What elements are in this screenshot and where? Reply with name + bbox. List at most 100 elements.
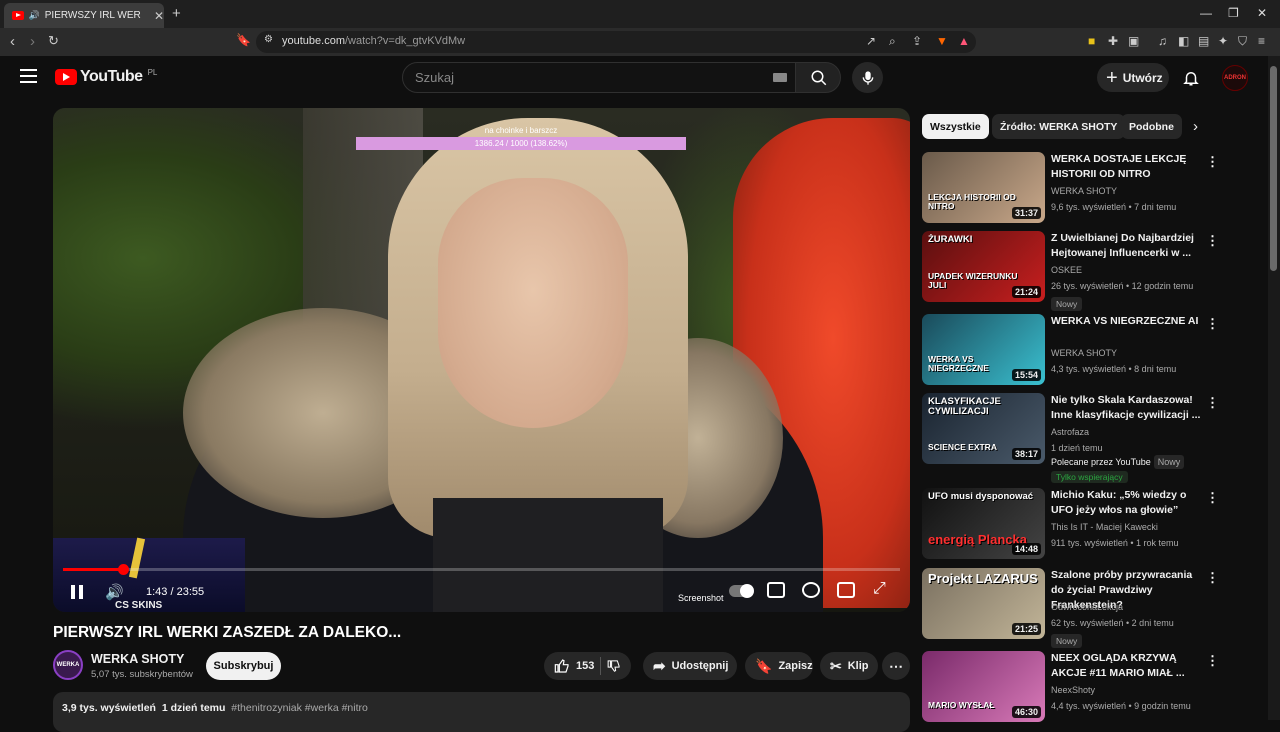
save-label: Zapisz [778,660,813,672]
more-options-icon[interactable]: ⋮ [1206,653,1219,669]
ai-icon[interactable]: ✦ [1218,34,1228,48]
tab-icon[interactable]: ▣ [1128,34,1139,48]
more-actions-icon[interactable]: ⋯ [882,652,910,680]
audio-playing-icon[interactable]: 🔊 [29,10,40,21]
recommendation-thumbnail[interactable]: Projekt LAZARUS 21:25 [922,568,1045,639]
more-options-icon[interactable]: ⋮ [1206,154,1219,170]
recommendation-title[interactable]: Z Uwielbianej Do Najbardziej Hejtowanej … [1051,231,1201,261]
chip-related[interactable]: Podobne [1121,114,1182,139]
more-options-icon[interactable]: ⋮ [1206,490,1219,506]
thumbs-down-icon[interactable] [607,658,621,674]
bookmark-icon[interactable]: 🔖 [236,33,251,47]
url-text[interactable]: youtube.com/watch?v=dk_gtvKVdMw [282,35,465,47]
recommendation-channel[interactable]: WERKA SHOTY [1051,186,1117,196]
back-icon[interactable]: ‹ [10,33,15,50]
extension-icon[interactable]: ■ [1088,34,1095,48]
recommendation-channel[interactable]: WERKA SHOTY [1051,348,1117,358]
subtitles-icon[interactable] [767,582,785,598]
clip-button[interactable]: ✂ Klip [820,652,878,680]
recommendation-thumbnail[interactable]: WERKA VS NIEGRZECZNE 15:54 [922,314,1045,385]
scrollbar-thumb[interactable] [1270,66,1277,271]
wallet-icon[interactable]: ▤ [1198,34,1209,48]
pause-icon[interactable] [71,585,83,599]
minimize-button[interactable]: — [1200,6,1212,20]
recommendation-title[interactable]: WERKA VS NIEGRZECZNE AI [1051,314,1201,329]
reload-icon[interactable]: ↻ [48,33,59,49]
recommendation-title[interactable]: Michio Kaku: „5% wiedzy o UFO jeży włos … [1051,488,1201,518]
theater-mode-icon[interactable] [837,582,855,598]
chevron-right-icon[interactable]: › [1193,118,1198,135]
settings-gear-icon[interactable] [802,582,820,598]
vpn-icon[interactable]: ⛉ [1238,34,1247,49]
recommendation-channel[interactable]: Astrofaza [1051,427,1089,437]
tab-close-icon[interactable]: ✕ [154,9,164,23]
hashtags[interactable]: #thenitrozyniak #werka #nitro [231,702,368,714]
save-button[interactable]: 🔖 Zapisz [745,652,813,680]
recommendation-thumbnail[interactable]: LEKCJA HISTORII OD NITRO 31:37 [922,152,1045,223]
recommendation-title[interactable]: Nie tylko Skala Kardaszowa! Inne klasyfi… [1051,393,1201,423]
address-bar[interactable]: ⚙ youtube.com/watch?v=dk_gtvKVdMw ↗ ⌕ ⇪ … [256,31,976,53]
recommendation-channel[interactable]: This Is IT - Maciej Kawecki [1051,522,1158,532]
forward-icon[interactable]: › [30,33,35,50]
close-window-button[interactable]: ✕ [1257,6,1267,20]
share-button[interactable]: ➦ Udostępnij [643,652,737,680]
open-external-icon[interactable]: ↗ [866,34,876,48]
recommendation-thumbnail[interactable]: UFO musi dysponować energią Plancka 14:48 [922,488,1045,559]
keyboard-icon[interactable] [773,73,787,82]
sidebar-icon[interactable]: ◧ [1178,34,1189,48]
music-icon[interactable]: ♫ [1158,34,1167,48]
notifications-bell-icon[interactable] [1182,68,1200,88]
account-avatar[interactable]: ADRON [1222,65,1248,91]
zoom-icon[interactable]: ⌕ [889,34,896,49]
video-duration: 46:30 [1011,706,1041,718]
progress-bar[interactable] [63,564,900,575]
recommendation-title[interactable]: NEEX OGLĄDA KRZYWĄ AKCJE #11 MARIO MIAŁ … [1051,651,1201,681]
search-input[interactable] [415,70,755,85]
recommendation-channel[interactable]: OSKEE [1051,265,1082,275]
recommendation-channel[interactable]: OdwróconaLekcja [1051,602,1123,612]
maximize-button[interactable]: ❐ [1228,6,1239,20]
recommendation-thumbnail[interactable]: MARIO WYSŁAŁ 46:30 [922,651,1045,722]
thumbnail-overlay-top: Projekt LAZARUS [928,571,1038,586]
share-icon[interactable]: ⇪ [912,34,922,48]
menu-icon[interactable]: ≡ [1258,34,1265,48]
bookmark-save-icon: 🔖 [755,657,773,674]
new-badge: Nowy [1051,634,1083,648]
search-button[interactable] [795,62,841,93]
chip-source[interactable]: Źródło: WERKA SHOTY [992,114,1126,139]
site-settings-icon[interactable]: ⚙ [264,34,273,45]
more-options-icon[interactable]: ⋮ [1206,395,1219,411]
search-box[interactable] [402,62,796,93]
more-options-icon[interactable]: ⋮ [1206,316,1219,332]
page-scrollbar[interactable] [1268,56,1280,720]
country-code: PL [147,67,158,77]
channel-name[interactable]: WERKA SHOTY [91,652,184,666]
recommendation-thumbnail[interactable]: KLASYFIKACJE CYWILIZACJI SCIENCE EXTRA 38:… [922,393,1045,464]
more-options-icon[interactable]: ⋮ [1206,233,1219,249]
volume-icon[interactable]: 🔊 [105,583,124,601]
subscribe-button[interactable]: Subskrybuj [206,652,281,680]
donation-goal-text: na choinke i barszcz [484,126,558,135]
browser-tab[interactable]: 🔊 PIERWSZY IRL WERKI ZASZEDŁ ✕ [4,3,164,28]
brave-shield-icon[interactable]: ▼ [936,34,948,48]
autoplay-toggle[interactable] [729,584,754,598]
recommended-by-youtube: Polecane przez YouTube Nowy [1051,455,1185,469]
channel-avatar[interactable]: WERKA [53,650,83,680]
puzzle-icon[interactable]: ✚ [1108,34,1118,48]
voice-search-button[interactable] [852,62,883,93]
recommendation-channel[interactable]: NeexShoty [1051,685,1095,695]
hamburger-menu-icon[interactable] [20,69,37,83]
create-button[interactable]: + Utwórz [1097,63,1169,92]
youtube-logo[interactable]: YouTube PL [55,68,157,86]
brave-rewards-icon[interactable]: ▲ [958,34,970,48]
new-tab-button[interactable]: + [172,5,181,22]
chip-all[interactable]: Wszystkie [922,114,989,139]
more-options-icon[interactable]: ⋮ [1206,570,1219,586]
video-player[interactable]: na choinke i barszcz 1386.24 / 1000 (138… [53,108,910,612]
recommendation-thumbnail[interactable]: ŻURAWKI UPADEK WIZERUNKU JULI 21:24 [922,231,1045,302]
recommendation-title[interactable]: WERKA DOSTAJE LEKCJĘ HISTORII OD NITRO [1051,152,1201,182]
like-button[interactable]: 153 [554,658,594,674]
progress-bar-fill [63,568,124,571]
fullscreen-icon[interactable]: ⤢ [873,580,886,598]
description-box[interactable]: 3,9 tys. wyświetleń 1 dzień temu #thenit… [53,692,910,732]
